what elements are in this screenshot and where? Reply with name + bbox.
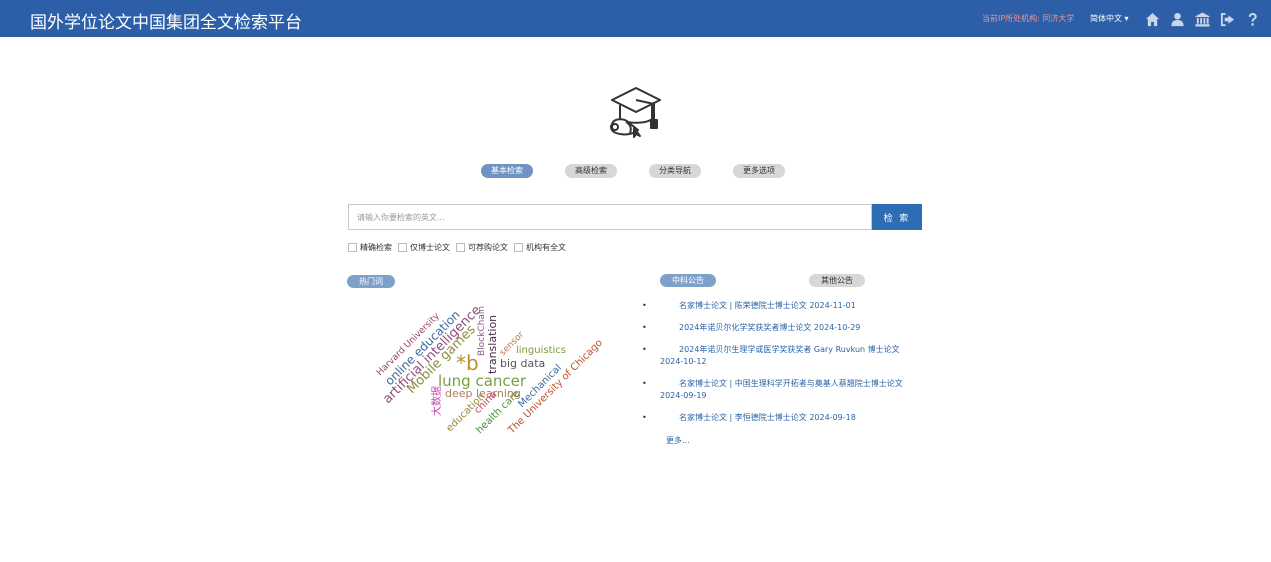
hot-word[interactable]: linguistics [516,345,566,356]
more-notices-link[interactable]: 更多... [666,435,690,446]
hot-word[interactable]: BlockChain [477,306,487,356]
option-label: 可荐购论文 [468,243,508,252]
option-label: 精确检索 [360,243,392,252]
notice-item[interactable]: 2024年诺贝尔化学奖获奖者博士论文 2024-10-29 [642,322,915,334]
notice-list: 名家博士论文 | 陈荣德院士博士论文 2024-11-01 2024年诺贝尔化学… [642,300,915,434]
help-icon[interactable] [1240,10,1265,28]
search-button[interactable]: 检 索 [872,204,922,230]
option-exact-search[interactable]: 精确检索 [348,242,392,253]
option-purchasable[interactable]: 可荐购论文 [456,242,508,253]
checkbox[interactable] [514,243,523,252]
language-selector[interactable]: 简体中文 ▾ [1090,13,1129,24]
header-icon-group [1140,10,1265,28]
option-label: 机构有全文 [526,243,566,252]
user-icon[interactable] [1165,10,1190,28]
hot-word[interactable]: translation [486,315,499,374]
option-institution-fulltext[interactable]: 机构有全文 [514,242,566,253]
chevron-down-icon: ▾ [1124,14,1129,23]
checkbox[interactable] [456,243,465,252]
search-options: 精确检索 仅博士论文 可荐购论文 机构有全文 [348,242,572,253]
tab-cas-notices[interactable]: 中科公告 [660,274,716,287]
logout-icon[interactable] [1215,10,1240,28]
hot-word[interactable]: *b [456,351,479,375]
hot-word[interactable]: big data [500,357,545,370]
option-phd-only[interactable]: 仅博士论文 [398,242,450,253]
hot-word[interactable]: 大数据 [430,386,443,416]
hot-words-cloud: lung cancer *b big data linguistics deep… [375,303,605,437]
home-icon[interactable] [1140,10,1165,28]
notice-item[interactable]: 名家博士论文 | 中国生理科学开拓者与奠基人蔡翘院士博士论文 2024-09-1… [642,378,915,402]
hot-words-label: 热门词 [347,275,395,288]
notice-item[interactable]: 名家博士论文 | 陈荣德院士博士论文 2024-11-01 [642,300,915,312]
tab-more-options[interactable]: 更多选项 [733,164,785,178]
tab-advanced-search[interactable]: 高级检索 [565,164,617,178]
ip-institution-text: 当前IP所处机构: 同济大学 [982,14,1075,23]
tab-category-navigation[interactable]: 分类导航 [649,164,701,178]
language-label: 简体中文 [1090,14,1122,23]
tab-other-notices[interactable]: 其他公告 [809,274,865,287]
notice-item[interactable]: 名家博士论文 | 李恒德院士博士论文 2024-09-18 [642,412,915,424]
search-tabs: 基本检索 高级检索 分类导航 更多选项 [0,164,1271,180]
app-title: 国外学位论文中国集团全文检索平台 [30,13,302,33]
graduation-cap-logo-icon [606,84,664,138]
option-label: 仅博士论文 [410,243,450,252]
notice-item[interactable]: 2024年诺贝尔生理学或医学奖获奖者 Gary Ruvkun 博士论文 2024… [642,344,915,368]
tab-basic-search[interactable]: 基本检索 [481,164,533,178]
search-input[interactable] [348,204,872,230]
checkbox[interactable] [348,243,357,252]
checkbox[interactable] [398,243,407,252]
top-nav-bar: 国外学位论文中国集团全文检索平台 当前IP所处机构: 同济大学 简体中文 ▾ [0,0,1271,37]
institution-icon[interactable] [1190,10,1215,28]
